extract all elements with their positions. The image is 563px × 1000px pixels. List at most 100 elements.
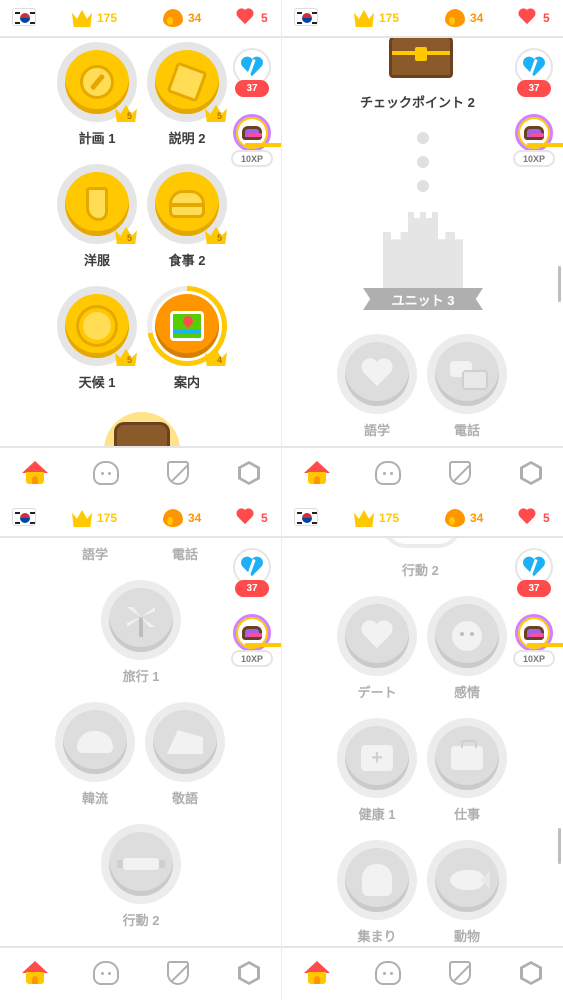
chest-icon xyxy=(524,626,563,647)
xp-chest-badge[interactable]: 10XP xyxy=(511,614,563,670)
skill-label: デート xyxy=(357,685,397,700)
shop-hexagon-icon[interactable] xyxy=(236,461,262,487)
broken-heart-badge[interactable]: 37 xyxy=(511,48,557,102)
skill-label: 敬語 xyxy=(171,791,198,806)
screenshot-grid: 175 34 5 37 10XP 5 計画 1 5 説明 2 5 洋服 5 食事… xyxy=(0,0,563,1000)
shop-hexagon-icon[interactable] xyxy=(236,961,262,987)
korea-flag-icon[interactable] xyxy=(12,8,36,26)
windmill-icon xyxy=(124,603,158,637)
korea-flag-icon[interactable] xyxy=(12,508,36,526)
streak-counter[interactable]: 34 xyxy=(160,508,201,528)
xp-label: 10XP xyxy=(231,150,273,167)
hearts-counter[interactable]: 5 xyxy=(236,508,268,528)
shield-icon[interactable] xyxy=(447,961,473,987)
shield-icon[interactable] xyxy=(165,461,191,487)
skill-label: 行動 2 xyxy=(402,563,439,578)
status-bar: 175 34 5 xyxy=(0,0,281,38)
skill-node[interactable]: 韓流 xyxy=(50,702,140,807)
home-icon[interactable] xyxy=(22,461,48,487)
hearts-counter[interactable]: 5 xyxy=(236,8,268,28)
skill-node[interactable]: 旅行 1 xyxy=(96,580,186,685)
skill-node[interactable]: 5 天候 1 xyxy=(52,286,142,391)
flame-icon xyxy=(163,9,183,27)
skill-node[interactable]: 電話 xyxy=(422,334,512,439)
crown-counter[interactable]: 175 xyxy=(72,8,117,28)
characters-icon[interactable] xyxy=(375,961,401,987)
face-icon xyxy=(452,621,482,651)
skill-node[interactable]: 健康 1 xyxy=(332,718,422,823)
shield-icon[interactable] xyxy=(165,961,191,987)
xp-label: 10XP xyxy=(231,650,273,667)
shop-hexagon-icon[interactable] xyxy=(518,961,544,987)
skill-node[interactable]: デート xyxy=(332,596,422,701)
skill-node[interactable]: 5 計画 1 xyxy=(52,42,142,147)
korea-flag-icon[interactable] xyxy=(294,508,318,526)
xp-chest-badge[interactable]: 10XP xyxy=(229,614,281,670)
broken-heart-badge[interactable]: 37 xyxy=(511,548,557,602)
skill-node[interactable]: 感情 xyxy=(422,596,512,701)
skill-node[interactable]: 仕事 xyxy=(422,718,512,823)
skill-node[interactable]: 語学 xyxy=(332,334,422,439)
broken-heart-badge[interactable]: 37 xyxy=(229,48,275,102)
bottom-nav xyxy=(282,446,563,500)
skill-label: 案内 xyxy=(173,375,200,390)
skill-node[interactable]: 動物 xyxy=(422,840,512,945)
skill-label: 仕事 xyxy=(453,807,480,822)
panel-top-left: 175 34 5 37 10XP 5 計画 1 5 説明 2 5 洋服 5 食事… xyxy=(0,0,281,500)
broken-heart-count: 37 xyxy=(235,580,269,597)
korea-flag-icon[interactable] xyxy=(294,8,318,26)
treasure-chest-icon[interactable] xyxy=(389,34,453,78)
xp-chest-badge[interactable]: 10XP xyxy=(511,114,563,170)
crown-counter[interactable]: 175 xyxy=(72,508,117,528)
streak-counter[interactable]: 34 xyxy=(160,8,201,28)
skill-node[interactable]: 集まり xyxy=(332,840,422,945)
home-icon[interactable] xyxy=(22,961,48,987)
crown-counter[interactable]: 175 xyxy=(354,508,399,528)
skill-node[interactable]: 4 案内 xyxy=(142,286,232,391)
heart-icon xyxy=(236,9,256,27)
dumbbell-icon xyxy=(123,858,159,870)
hearts-count: 5 xyxy=(261,11,268,25)
bottom-nav xyxy=(0,446,281,500)
scrollbar[interactable] xyxy=(558,266,561,302)
broken-heart-icon xyxy=(241,557,263,577)
path-dot xyxy=(417,156,429,168)
bottom-nav xyxy=(0,946,281,1000)
scrollbar[interactable] xyxy=(558,828,561,864)
skill-node[interactable]: 5 洋服 xyxy=(52,164,142,269)
hearts-counter[interactable]: 5 xyxy=(518,8,550,28)
panel-top-right: 175 34 5 37 10XP チェックポイント 2 ユニット 3 語学 電話 xyxy=(282,0,563,500)
skill-label: 韓流 xyxy=(81,791,108,806)
characters-icon[interactable] xyxy=(93,461,119,487)
crown-icon xyxy=(72,509,92,527)
streak-counter[interactable]: 34 xyxy=(442,8,483,28)
skill-label: 健康 1 xyxy=(358,807,396,822)
skill-label: 行動 2 xyxy=(122,913,160,928)
skill-label: 語学 xyxy=(82,547,109,562)
hearts-count: 5 xyxy=(543,511,550,525)
characters-icon[interactable] xyxy=(375,461,401,487)
skill-node[interactable]: 行動 2 xyxy=(96,824,186,929)
crown-count: 175 xyxy=(97,511,118,525)
crown-counter[interactable]: 175 xyxy=(354,8,399,28)
status-bar: 175 34 5 xyxy=(282,0,563,38)
home-icon[interactable] xyxy=(304,961,330,987)
path-dot xyxy=(417,180,429,192)
castle-icon[interactable] xyxy=(378,212,468,292)
streak-count: 34 xyxy=(188,11,202,25)
hearts-counter[interactable]: 5 xyxy=(518,508,550,528)
characters-icon[interactable] xyxy=(93,961,119,987)
skill-node[interactable]: 5 説明 2 xyxy=(142,42,232,147)
skill-node[interactable]: 敬語 xyxy=(140,702,230,807)
status-bar: 175 34 5 xyxy=(0,500,281,538)
heart-face-icon xyxy=(361,359,393,389)
shop-hexagon-icon[interactable] xyxy=(518,461,544,487)
home-icon[interactable] xyxy=(304,461,330,487)
xp-chest-badge[interactable]: 10XP xyxy=(229,114,281,170)
crown-count: 175 xyxy=(379,511,400,525)
shield-icon[interactable] xyxy=(447,461,473,487)
crown-level: 5 xyxy=(216,233,222,243)
streak-counter[interactable]: 34 xyxy=(442,508,483,528)
skill-node[interactable]: 5 食事 2 xyxy=(142,164,232,269)
broken-heart-badge[interactable]: 37 xyxy=(229,548,275,602)
